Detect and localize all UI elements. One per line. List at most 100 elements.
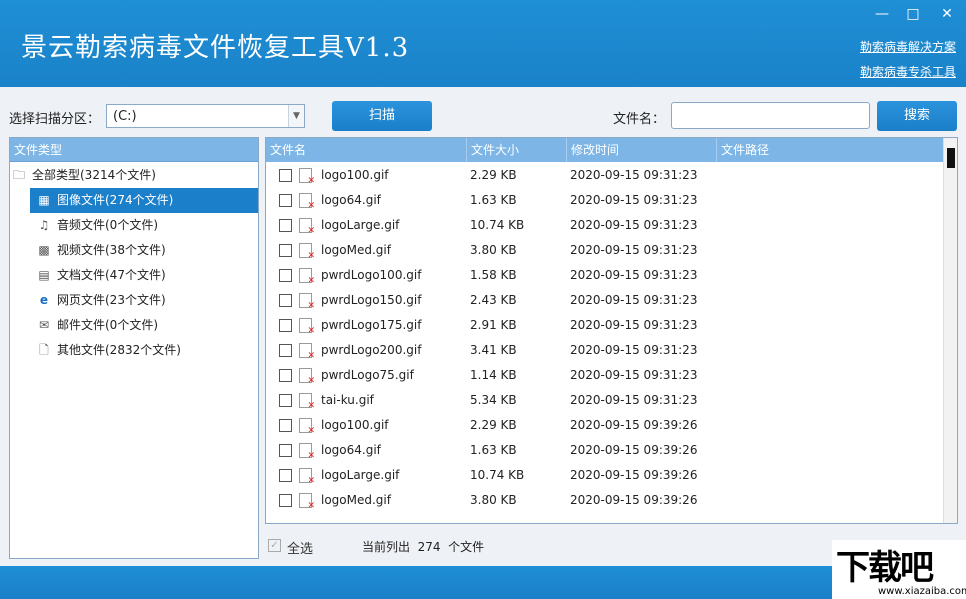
- app-title: 景云勒索病毒文件恢复工具V1.3: [21, 33, 410, 63]
- broken-image-file-icon: [299, 418, 315, 436]
- file-name: logo100.gif: [321, 168, 389, 182]
- other-file-icon: 🗋: [39, 342, 49, 357]
- file-name: pwrdLogo175.gif: [321, 318, 422, 332]
- file-size: 1.63 KB: [470, 193, 517, 207]
- table-row[interactable]: pwrdLogo100.gif 1.58 KB 2020-09-15 09:31:2…: [266, 263, 944, 288]
- row-checkbox[interactable]: [279, 444, 292, 457]
- file-name: pwrdLogo100.gif: [321, 268, 422, 282]
- broken-image-file-icon: [299, 168, 315, 186]
- select-all-checkbox[interactable]: ✓: [268, 539, 281, 552]
- table-row[interactable]: logo64.gif 1.63 KB 2020-09-15 09:39:26: [266, 438, 944, 463]
- row-checkbox[interactable]: [279, 394, 292, 407]
- search-button[interactable]: 搜索: [877, 101, 957, 131]
- row-checkbox[interactable]: [279, 219, 292, 232]
- tree-item-audio[interactable]: ♫ 音频文件(0个文件): [37, 213, 257, 238]
- row-checkbox[interactable]: [279, 294, 292, 307]
- file-name: logo64.gif: [321, 193, 381, 207]
- file-size: 1.58 KB: [470, 268, 517, 282]
- table-row[interactable]: pwrdLogo175.gif 2.91 KB 2020-09-15 09:31:2…: [266, 313, 944, 338]
- file-name: tai-ku.gif: [321, 393, 374, 407]
- tree-item-image[interactable]: ▦ 图像文件(274个文件): [30, 188, 258, 213]
- file-time: 2020-09-15 09:39:26: [570, 493, 698, 507]
- file-name: pwrdLogo150.gif: [321, 293, 422, 307]
- file-name: pwrdLogo200.gif: [321, 343, 422, 357]
- tree-item-other[interactable]: 🗋 其他文件(2832个文件): [37, 338, 257, 363]
- table-row[interactable]: logoMed.gif 3.80 KB 2020-09-15 09:39:26: [266, 488, 944, 513]
- tree-item-label: 邮件文件(0个文件): [57, 318, 158, 332]
- scan-button[interactable]: 扫描: [332, 101, 432, 131]
- table-row[interactable]: logo100.gif 2.29 KB 2020-09-15 09:39:26: [266, 413, 944, 438]
- file-name: logoLarge.gif: [321, 468, 400, 482]
- file-type-header: 文件类型: [10, 138, 258, 162]
- file-size: 3.41 KB: [470, 343, 517, 357]
- row-checkbox[interactable]: [279, 194, 292, 207]
- broken-image-file-icon: [299, 393, 315, 411]
- document-file-icon: ▤: [38, 267, 50, 282]
- maximize-icon[interactable]: □: [899, 4, 927, 24]
- tree-item-label: 图像文件(274个文件): [57, 193, 174, 207]
- column-header-path[interactable]: 文件路径: [717, 138, 944, 162]
- table-row[interactable]: logoMed.gif 3.80 KB 2020-09-15 09:31:23: [266, 238, 944, 263]
- table-row[interactable]: tai-ku.gif 5.34 KB 2020-09-15 09:31:23: [266, 388, 944, 413]
- row-checkbox[interactable]: [279, 369, 292, 382]
- row-checkbox[interactable]: [279, 169, 292, 182]
- row-checkbox[interactable]: [279, 494, 292, 507]
- table-row[interactable]: pwrdLogo75.gif 1.14 KB 2020-09-15 09:31:23: [266, 363, 944, 388]
- file-size: 2.29 KB: [470, 168, 517, 182]
- file-size: 2.43 KB: [470, 293, 517, 307]
- broken-image-file-icon: [299, 368, 315, 386]
- file-time: 2020-09-15 09:39:26: [570, 468, 698, 482]
- chevron-down-icon[interactable]: ▼: [288, 105, 304, 127]
- minimize-icon[interactable]: —: [868, 4, 896, 24]
- tree-item-document[interactable]: ▤ 文档文件(47个文件): [37, 263, 257, 288]
- table-row[interactable]: pwrdLogo150.gif 2.43 KB 2020-09-15 09:31:2…: [266, 288, 944, 313]
- scrollbar-thumb[interactable]: [947, 148, 955, 168]
- list-scrollbar[interactable]: [943, 138, 957, 523]
- table-row[interactable]: logo100.gif 2.29 KB 2020-09-15 09:31:23: [266, 163, 944, 188]
- file-name: logoMed.gif: [321, 493, 391, 507]
- watermark-site: www.xiazaiba.com: [878, 586, 966, 597]
- broken-image-file-icon: [299, 293, 315, 311]
- row-checkbox[interactable]: [279, 344, 292, 357]
- row-checkbox[interactable]: [279, 269, 292, 282]
- tree-item-label: 音频文件(0个文件): [57, 218, 158, 232]
- column-header-time[interactable]: 修改时间: [567, 138, 717, 162]
- tree-item-label: 视频文件(38个文件): [57, 243, 166, 257]
- file-size: 5.34 KB: [470, 393, 517, 407]
- folder-icon: 🗀: [12, 167, 25, 182]
- table-row[interactable]: logoLarge.gif 10.74 KB 2020-09-15 09:39:26: [266, 463, 944, 488]
- row-checkbox[interactable]: [279, 319, 292, 332]
- web-file-icon: e: [39, 292, 49, 307]
- broken-image-file-icon: [299, 468, 315, 486]
- broken-image-file-icon: [299, 193, 315, 211]
- broken-image-file-icon: [299, 218, 315, 236]
- column-header-size[interactable]: 文件大小: [467, 138, 567, 162]
- tree-item-video[interactable]: ▩ 视频文件(38个文件): [37, 238, 257, 263]
- filename-input[interactable]: [671, 102, 870, 129]
- table-row[interactable]: logoLarge.gif 10.74 KB 2020-09-15 09:31:23: [266, 213, 944, 238]
- row-checkbox[interactable]: [279, 469, 292, 482]
- ransomware-killer-link[interactable]: 勒索病毒专杀工具: [860, 63, 956, 80]
- column-header-name[interactable]: 文件名: [266, 138, 467, 162]
- tree-item-label: 文档文件(47个文件): [57, 268, 166, 282]
- tree-item-label: 全部类型(3214个文件): [32, 168, 156, 182]
- file-time: 2020-09-15 09:31:23: [570, 318, 698, 332]
- broken-image-file-icon: [299, 243, 315, 261]
- ransomware-solution-link[interactable]: 勒索病毒解决方案: [860, 38, 956, 55]
- tree-item-label: 网页文件(23个文件): [57, 293, 166, 307]
- watermark-logo: 下载吧: [836, 548, 934, 588]
- partition-value: (C:): [113, 109, 137, 124]
- tree-item-label: 其他文件(2832个文件): [57, 343, 181, 357]
- tree-item-web[interactable]: e 网页文件(23个文件): [37, 288, 257, 313]
- row-checkbox[interactable]: [279, 244, 292, 257]
- file-time: 2020-09-15 09:31:23: [570, 343, 698, 357]
- file-time: 2020-09-15 09:31:23: [570, 368, 698, 382]
- partition-select[interactable]: (C:) ▼: [106, 104, 305, 128]
- tree-item-mail[interactable]: ✉ 邮件文件(0个文件): [37, 313, 257, 338]
- row-checkbox[interactable]: [279, 419, 292, 432]
- table-row[interactable]: pwrdLogo200.gif 3.41 KB 2020-09-15 09:31:2…: [266, 338, 944, 363]
- table-row[interactable]: logo64.gif 1.63 KB 2020-09-15 09:31:23: [266, 188, 944, 213]
- tree-item-all[interactable]: 🗀 全部类型(3214个文件): [12, 163, 252, 188]
- close-icon[interactable]: ✕: [933, 4, 961, 24]
- broken-image-file-icon: [299, 318, 315, 336]
